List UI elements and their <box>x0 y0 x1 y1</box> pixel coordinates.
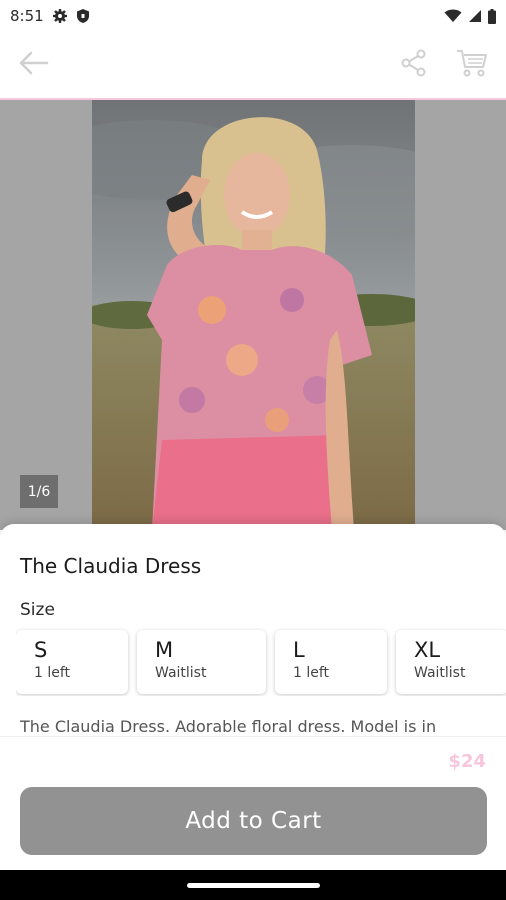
size-option-s[interactable]: S 1 left <box>16 630 128 694</box>
product-description: The Claudia Dress. Adorable floral dress… <box>20 717 437 736</box>
gear-icon <box>52 8 68 24</box>
status-right <box>444 8 496 24</box>
back-button[interactable] <box>16 47 52 83</box>
share-icon <box>400 49 428 81</box>
size-options: S 1 left M Waitlist L 1 left XL Waitlist <box>16 628 506 696</box>
size-option-xl[interactable]: XL Waitlist <box>396 630 506 694</box>
product-image-gallery[interactable]: 1/6 <box>0 100 506 530</box>
app-bar-actions <box>396 47 490 83</box>
size-availability: Waitlist <box>414 665 466 681</box>
size-label: M <box>155 638 174 662</box>
shield-icon <box>76 8 90 24</box>
purchase-bar: $24 Add to Cart <box>0 736 506 870</box>
cart-icon <box>456 48 488 82</box>
size-availability: Waitlist <box>155 665 207 681</box>
product-photo[interactable] <box>92 100 415 530</box>
status-bar: 8:51 <box>0 0 506 32</box>
status-left: 8:51 <box>10 7 90 25</box>
system-nav-bar <box>0 870 506 900</box>
battery-icon <box>488 8 496 24</box>
cell-signal-icon <box>468 9 482 23</box>
product-title: The Claudia Dress <box>20 554 202 578</box>
image-counter: 1/6 <box>20 475 58 508</box>
size-label: XL <box>414 638 441 662</box>
size-option-m[interactable]: M Waitlist <box>137 630 266 694</box>
size-heading: Size <box>20 600 55 620</box>
cart-button[interactable] <box>454 47 490 83</box>
product-details-sheet: The Claudia Dress Size S 1 left M Waitli… <box>0 524 506 736</box>
size-label: L <box>293 638 305 662</box>
app-bar <box>0 32 506 100</box>
add-to-cart-button[interactable]: Add to Cart <box>20 787 487 855</box>
size-option-l[interactable]: L 1 left <box>275 630 387 694</box>
status-time: 8:51 <box>10 7 44 25</box>
back-arrow-icon <box>19 51 49 79</box>
size-availability: 1 left <box>34 665 71 681</box>
wifi-icon <box>444 9 462 23</box>
size-label: S <box>34 638 48 662</box>
product-price: $24 <box>448 751 486 772</box>
share-button[interactable] <box>396 47 432 83</box>
size-availability: 1 left <box>293 665 330 681</box>
home-gesture-handle[interactable] <box>187 883 320 888</box>
